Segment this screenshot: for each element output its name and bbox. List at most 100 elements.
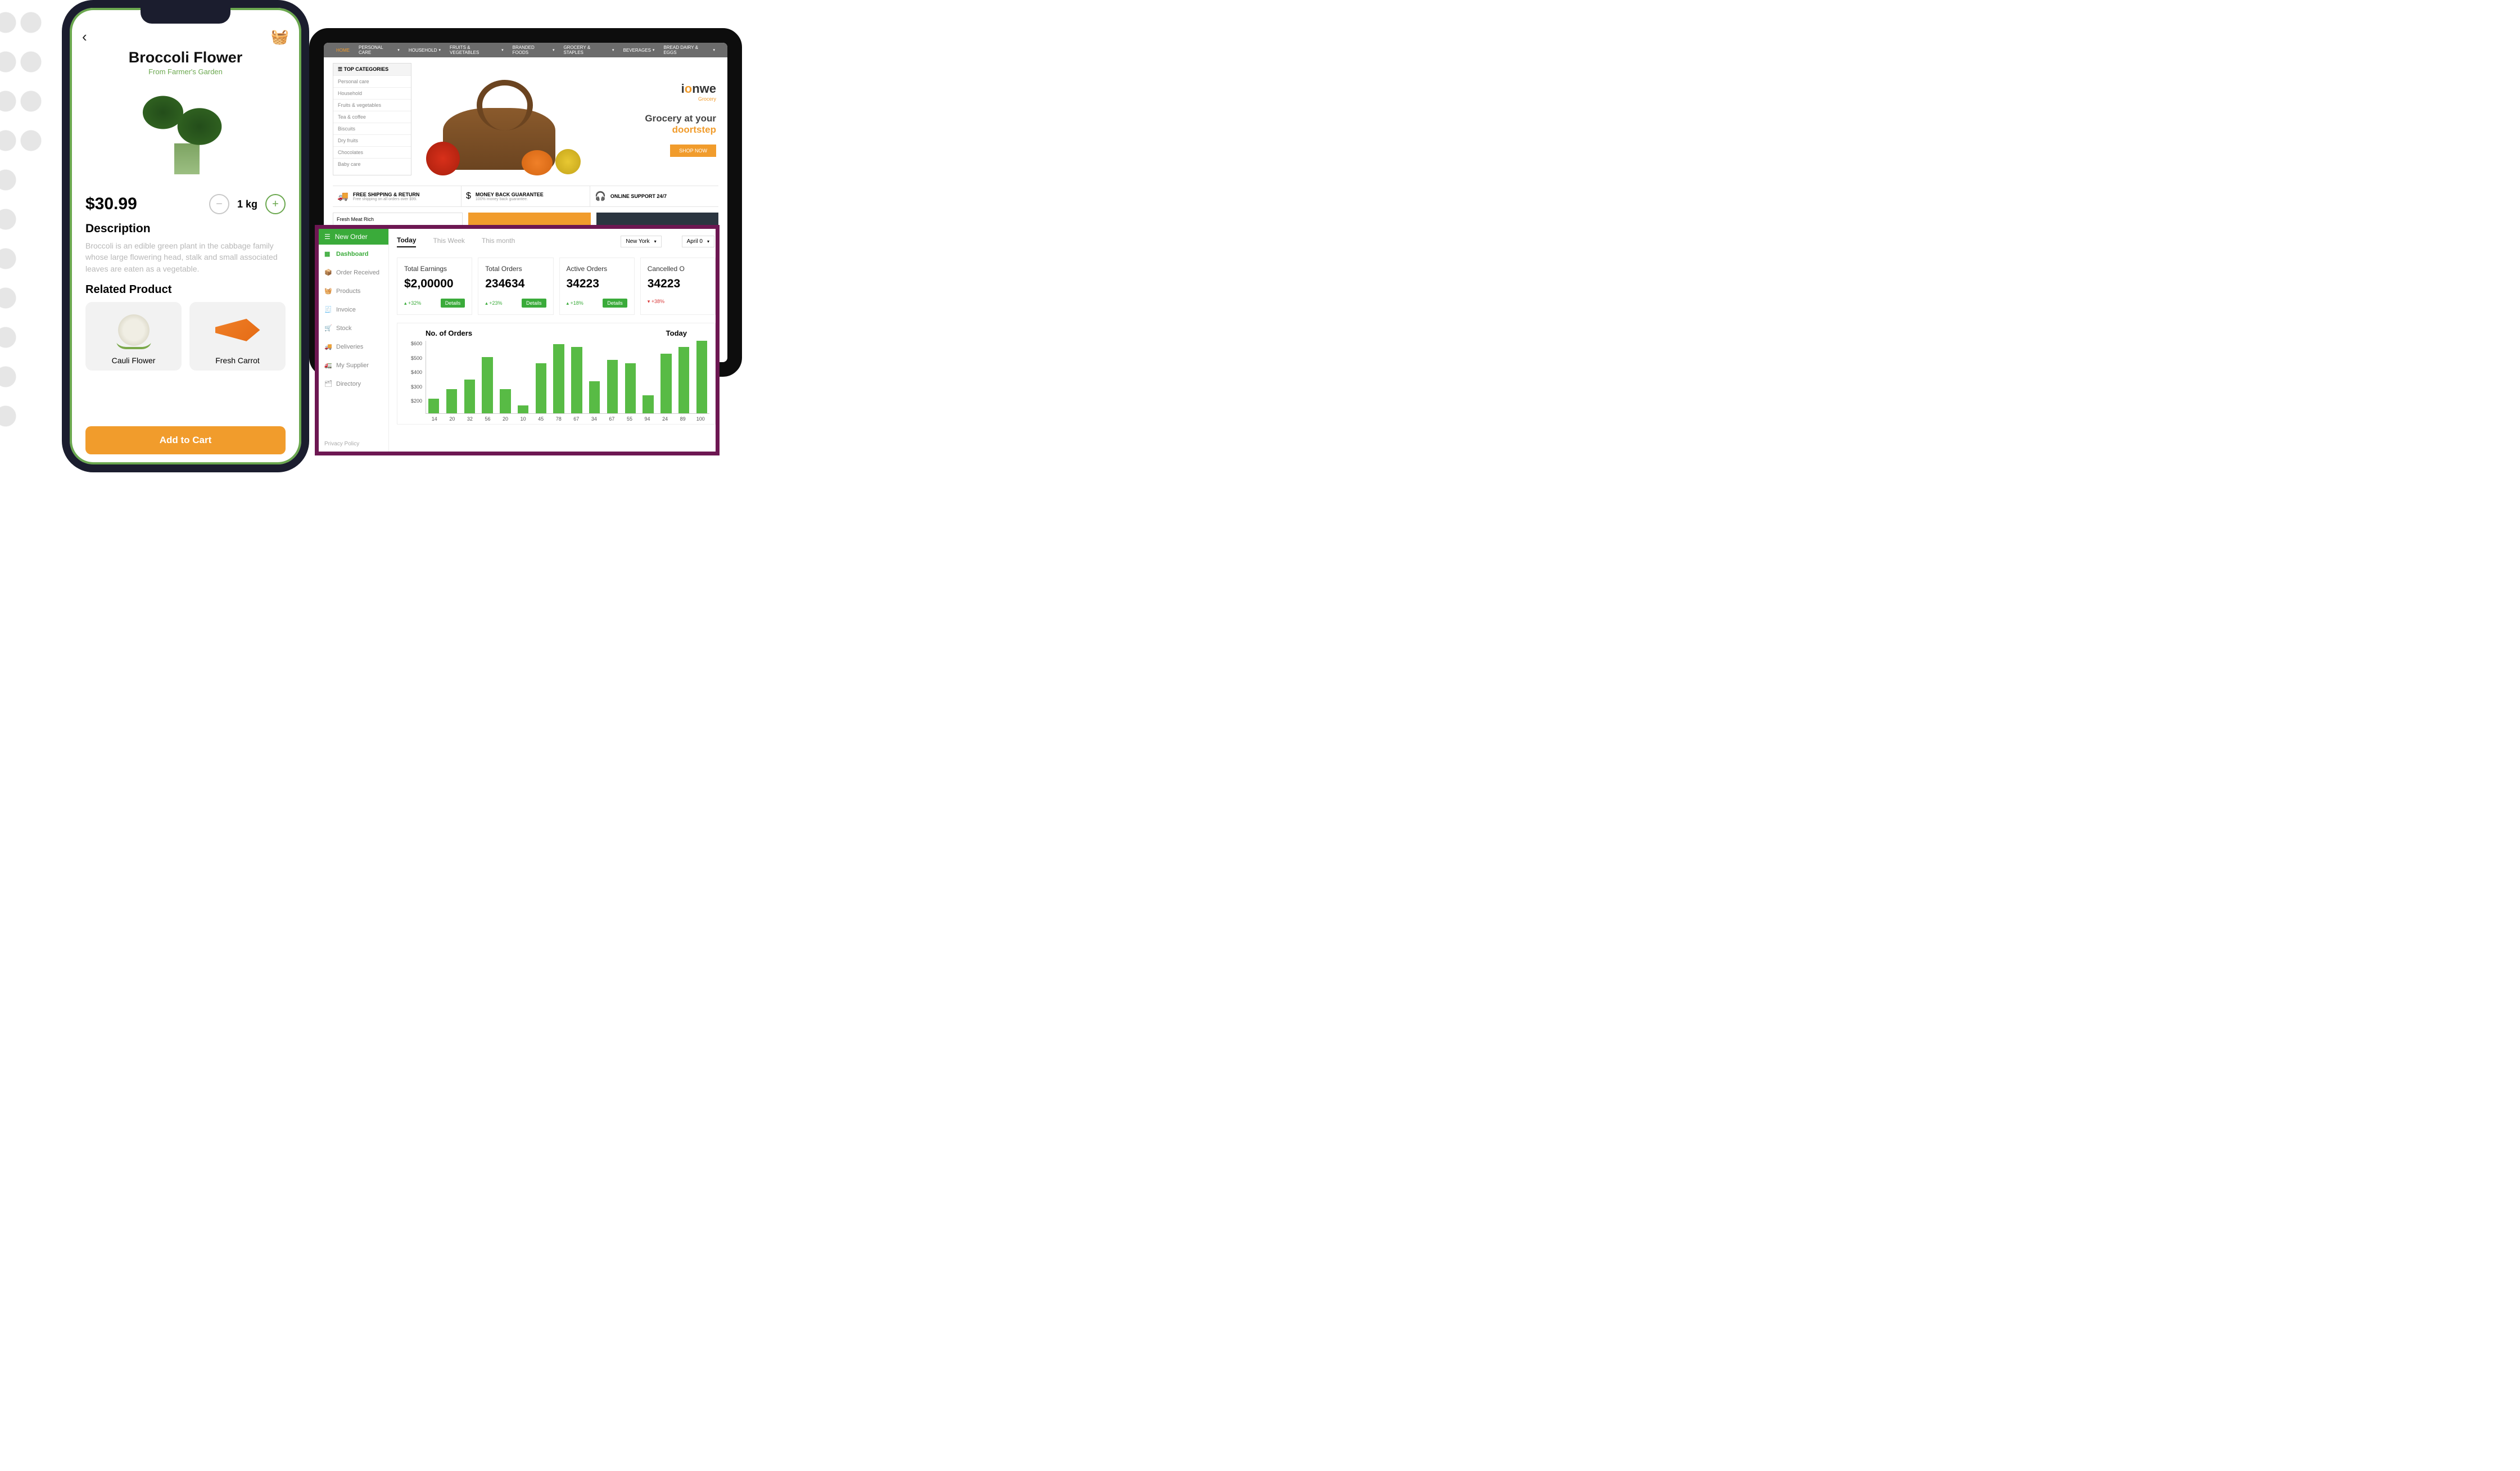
sidebar-item[interactable]: 🚛 My Supplier <box>319 356 388 374</box>
x-tick: 100 <box>691 414 709 422</box>
category-item[interactable]: Dry fruits <box>333 134 411 146</box>
menu-item-label: Invoice <box>336 306 356 313</box>
category-item[interactable]: Chocolates <box>333 146 411 158</box>
kpi-card: Active Orders 34223 ▴ +18% Details <box>559 258 635 315</box>
nav-link[interactable]: BRANDED FOODS <box>509 45 558 55</box>
y-tick: $600 <box>403 341 422 346</box>
y-tick: $300 <box>403 384 422 390</box>
bar <box>553 344 564 413</box>
cauliflower-icon <box>114 313 153 347</box>
kpi-value: 34223 <box>648 277 708 291</box>
privacy-link[interactable]: Privacy Policy <box>319 436 388 452</box>
sidebar-item[interactable]: ▦ Dashboard <box>319 245 388 263</box>
sidebar-item[interactable]: 🧺Products <box>319 282 388 300</box>
nav-link[interactable]: FRUITS & VEGETABLES <box>446 45 507 55</box>
kpi-value: 34223 <box>567 277 627 291</box>
category-item[interactable]: Tea & coffee <box>333 111 411 123</box>
trust-cell: 🚚FREE SHIPPING & RETURNFree shipping on … <box>333 186 461 206</box>
trust-row: 🚚FREE SHIPPING & RETURNFree shipping on … <box>333 186 718 207</box>
increase-button[interactable]: + <box>265 194 286 214</box>
menu-item-icon: 🚛 <box>324 362 332 369</box>
tab-week[interactable]: This Week <box>433 237 464 247</box>
y-tick: $500 <box>403 355 422 361</box>
bar <box>536 363 546 413</box>
x-tick: 67 <box>568 414 586 422</box>
kpi-value: $2,00000 <box>404 277 465 291</box>
decrease-button[interactable]: − <box>209 194 229 214</box>
bar <box>482 357 492 413</box>
category-item[interactable]: Biscuits <box>333 123 411 134</box>
description-heading: Description <box>85 222 286 236</box>
menu-item-label: Order Received <box>336 269 379 276</box>
trust-cell: 🎧ONLINE SUPPORT 24/7 <box>590 186 718 206</box>
bar <box>678 347 689 413</box>
menu-item-label: Dashboard <box>336 251 368 258</box>
x-tick: 14 <box>426 414 444 422</box>
x-tick: 55 <box>621 414 639 422</box>
nav-link[interactable]: HOUSEHOLD <box>405 48 444 53</box>
category-item[interactable]: Fruits & vegetables <box>333 99 411 111</box>
bar <box>589 381 600 413</box>
trust-cell: $MONEY BACK GUARANTEE100% money back gua… <box>461 186 590 206</box>
related-name: Cauli Flower <box>91 356 176 365</box>
sidebar-item[interactable]: 🗂 Directory <box>319 374 388 393</box>
trust-icon: $ <box>466 191 471 201</box>
category-item[interactable]: Household <box>333 87 411 99</box>
menu-item-label: Deliveries <box>336 344 363 350</box>
bar <box>696 341 707 413</box>
trust-sub: Free shipping on all orders over $99. <box>353 197 420 201</box>
chart-title: No. of Orders <box>426 329 472 337</box>
tab-month[interactable]: This month <box>482 237 515 247</box>
x-tick: 24 <box>656 414 674 422</box>
sidebar-item[interactable]: 📦Order Received <box>319 263 388 282</box>
details-button[interactable]: Details <box>522 299 546 308</box>
sidebar-item[interactable]: 🛒Stock <box>319 319 388 337</box>
menu-item-label: Stock <box>336 325 352 332</box>
new-order-button[interactable]: ☰ New Order <box>319 229 388 245</box>
shop-now-button[interactable]: SHOP NOW <box>670 145 716 157</box>
trust-icon: 🎧 <box>595 191 606 202</box>
trust-title: MONEY BACK GUARANTEE <box>476 192 544 197</box>
x-tick: 78 <box>550 414 568 422</box>
related-card[interactable]: Fresh Carrot <box>189 302 286 371</box>
menu-item-icon: 🗂 <box>324 380 332 387</box>
kpi-delta: ▴ +18% <box>567 300 583 306</box>
x-tick: 20 <box>444 414 462 422</box>
menu-item-icon: 🧾 <box>324 306 332 313</box>
trust-icon: 🚚 <box>337 191 349 202</box>
related-card[interactable]: Cauli Flower <box>85 302 182 371</box>
back-icon[interactable]: ‹ <box>82 28 87 46</box>
kpi-value: 234634 <box>485 277 546 291</box>
x-tick: 67 <box>603 414 621 422</box>
category-item[interactable]: Baby care <box>333 158 411 170</box>
menu-item-label: My Supplier <box>336 362 369 369</box>
kpi-card: Total Earnings $2,00000 ▴ +32%Details <box>397 258 472 315</box>
bar <box>518 405 528 413</box>
add-to-cart-button[interactable]: Add to Cart <box>85 426 286 454</box>
date-select[interactable]: April 0 <box>682 236 714 247</box>
kpi-title: Active Orders <box>567 265 627 273</box>
tab-today[interactable]: Today <box>397 236 416 247</box>
sidebar-item[interactable]: 🚚Deliveries <box>319 337 388 356</box>
nav-link[interactable]: PERSONAL CARE <box>355 45 403 55</box>
chart-period: Today <box>666 329 687 337</box>
x-tick: 34 <box>585 414 603 422</box>
kpi-delta: ▾ +38% <box>648 299 664 305</box>
details-button[interactable]: Details <box>441 299 465 308</box>
nav-link[interactable]: BEVERAGES <box>620 48 658 53</box>
nav-link[interactable]: HOME <box>333 48 353 53</box>
menu-item-icon: ▦ <box>324 250 332 258</box>
category-item[interactable]: Personal care <box>333 75 411 87</box>
details-button[interactable]: Details <box>603 299 627 308</box>
location-select[interactable]: New York <box>621 236 661 247</box>
sidebar-item[interactable]: 🧾 Invoice <box>319 300 388 319</box>
bar <box>571 347 582 413</box>
category-box: ☰ TOP CATEGORIES Personal careHouseholdF… <box>333 63 411 175</box>
nav-link[interactable]: BREAD DAIRY & EGGS <box>660 45 718 55</box>
product-price: $30.99 <box>85 195 137 214</box>
cart-icon[interactable]: 🧺 <box>271 28 289 46</box>
brand-sub: Grocery <box>645 96 716 102</box>
menu-item-label: Directory <box>336 381 361 387</box>
x-tick: 10 <box>514 414 532 422</box>
nav-link[interactable]: GROCERY & STAPLES <box>560 45 617 55</box>
